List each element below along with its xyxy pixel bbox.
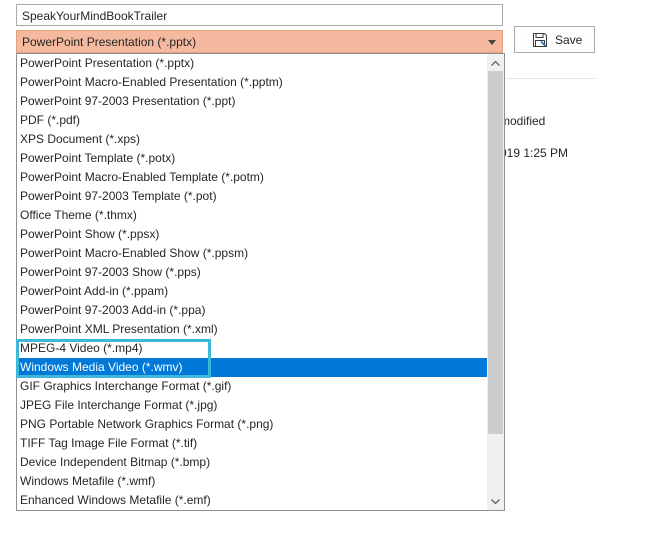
list-item[interactable]: PowerPoint 97-2003 Add-in (*.ppa) — [17, 301, 487, 320]
scrollbar-thumb[interactable] — [488, 71, 503, 434]
list-item[interactable]: Office Theme (*.thmx) — [17, 206, 487, 225]
list-item[interactable]: Windows Metafile (*.wmf) — [17, 472, 487, 491]
scrollbar[interactable] — [487, 54, 504, 510]
file-type-selected: PowerPoint Presentation (*.pptx) — [22, 35, 197, 49]
list-item[interactable]: PowerPoint Show (*.ppsx) — [17, 225, 487, 244]
save-button-label: Save — [555, 32, 583, 47]
modified-column-header: modified — [500, 114, 546, 128]
list-item[interactable]: PowerPoint Macro-Enabled Show (*.ppsm) — [17, 244, 487, 263]
list-item[interactable]: PowerPoint Macro-Enabled Presentation (*… — [17, 73, 487, 92]
list-item[interactable]: PowerPoint Presentation (*.pptx) — [17, 54, 487, 73]
modified-date: 019 1:25 PM — [500, 146, 569, 160]
divider — [506, 78, 596, 79]
list-item[interactable]: Enhanced Windows Metafile (*.emf) — [17, 491, 487, 510]
list-item[interactable]: TIFF Tag Image File Format (*.tif) — [17, 434, 487, 453]
list-item[interactable]: JPEG File Interchange Format (*.jpg) — [17, 396, 487, 415]
file-type-options: PowerPoint Presentation (*.pptx) PowerPoi… — [17, 54, 487, 510]
list-item[interactable]: PowerPoint 97-2003 Show (*.pps) — [17, 263, 487, 282]
scroll-up-button[interactable] — [487, 54, 504, 71]
chevron-down-icon — [491, 498, 500, 504]
list-item[interactable]: PNG Portable Network Graphics Format (*.… — [17, 415, 487, 434]
list-item[interactable]: Device Independent Bitmap (*.bmp) — [17, 453, 487, 472]
list-item[interactable]: PowerPoint Macro-Enabled Template (*.pot… — [17, 168, 487, 187]
list-item[interactable]: PowerPoint Add-in (*.ppam) — [17, 282, 487, 301]
chevron-down-icon[interactable] — [488, 40, 496, 45]
chevron-up-icon — [491, 60, 500, 66]
list-item[interactable]: PowerPoint Template (*.potx) — [17, 149, 487, 168]
list-item[interactable]: MPEG-4 Video (*.mp4) — [17, 339, 487, 358]
filename-value: SpeakYourMindBookTrailer — [22, 9, 168, 23]
list-item[interactable]: PowerPoint XML Presentation (*.xml) — [17, 320, 487, 339]
save-as-panel: SpeakYourMindBookTrailer PowerPoint Pres… — [0, 0, 666, 559]
list-item[interactable]: PowerPoint 97-2003 Template (*.pot) — [17, 187, 487, 206]
list-item[interactable]: PowerPoint 97-2003 Presentation (*.ppt) — [17, 92, 487, 111]
list-item[interactable]: GIF Graphics Interchange Format (*.gif) — [17, 377, 487, 396]
file-type-select[interactable]: PowerPoint Presentation (*.pptx) — [16, 30, 503, 53]
list-item[interactable]: XPS Document (*.xps) — [17, 130, 487, 149]
scroll-down-button[interactable] — [487, 493, 504, 510]
list-item[interactable]: PDF (*.pdf) — [17, 111, 487, 130]
file-type-dropdown-list[interactable]: PowerPoint Presentation (*.pptx) PowerPoi… — [16, 53, 505, 511]
save-button[interactable]: Save — [514, 26, 595, 53]
filename-input[interactable]: SpeakYourMindBookTrailer — [16, 4, 503, 26]
list-item-selected[interactable]: Windows Media Video (*.wmv) — [17, 358, 487, 377]
save-icon — [533, 32, 547, 47]
